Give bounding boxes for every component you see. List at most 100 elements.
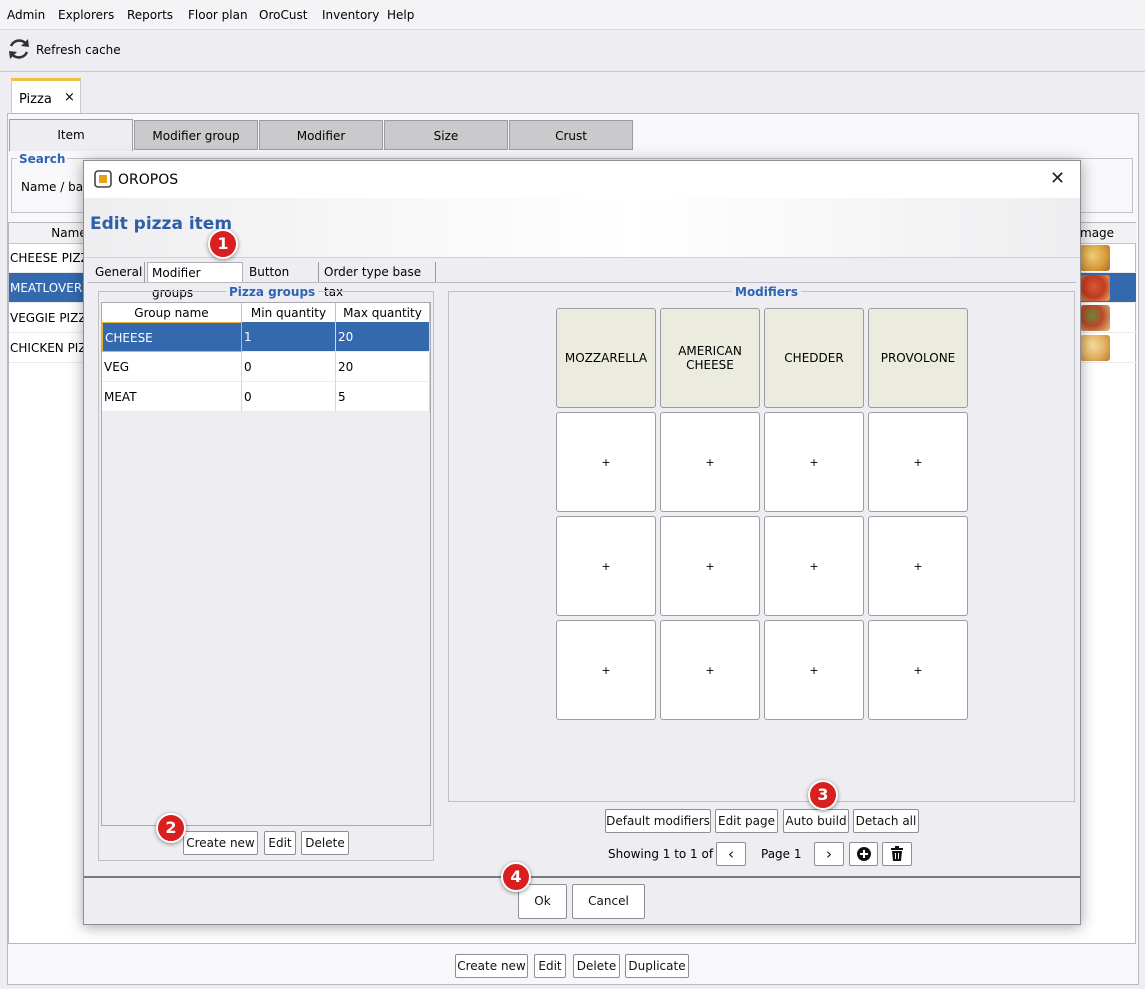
ok-button[interactable]: Ok <box>518 884 567 919</box>
table-cell[interactable]: CHEESE <box>102 322 242 352</box>
table-cell[interactable]: 20 <box>336 322 430 352</box>
pizza-thumbnail <box>1080 245 1110 271</box>
annotation-badge: 2 <box>156 813 186 843</box>
column-header-min-quantity[interactable]: Min quantity <box>242 303 336 323</box>
refresh-icon <box>6 36 32 65</box>
tab-modifier-groups[interactable]: Modifier groups <box>147 262 243 300</box>
modifier-button[interactable]: MOZZARELLA <box>556 308 656 408</box>
menu-inventory[interactable]: Inventory <box>322 8 379 22</box>
tab-size[interactable]: Size <box>384 120 508 150</box>
menu-orocust[interactable]: OroCust <box>259 8 307 22</box>
auto-build-button[interactable]: Auto build <box>783 809 849 833</box>
annotation-badge: 3 <box>808 780 838 810</box>
table-cell[interactable]: 5 <box>336 382 430 412</box>
menu-admin[interactable]: Admin <box>7 8 45 22</box>
table-cell[interactable]: MEAT <box>102 382 242 412</box>
duplicate-button[interactable]: Duplicate <box>625 954 689 978</box>
tab-modifier[interactable]: Modifier <box>259 120 383 150</box>
plus-icon: + <box>601 455 611 469</box>
refresh-cache-button[interactable]: Refresh cache <box>4 34 127 66</box>
delete-button[interactable]: Delete <box>573 954 620 978</box>
modifier-label: PROVOLONE <box>880 351 956 365</box>
menu-reports[interactable]: Reports <box>127 8 173 22</box>
default-modifiers-button[interactable]: Default modifiers <box>605 809 711 833</box>
close-icon[interactable]: ✕ <box>1050 168 1065 189</box>
chevron-right-icon[interactable]: › <box>814 842 844 866</box>
pizza-thumbnail <box>1080 335 1110 361</box>
plus-icon: + <box>809 455 819 469</box>
refresh-cache-label: Refresh cache <box>36 43 121 57</box>
add-modifier-slot[interactable]: + <box>660 412 760 512</box>
add-modifier-slot[interactable]: + <box>660 620 760 720</box>
add-modifier-slot[interactable]: + <box>868 516 968 616</box>
modifiers-title: Modifiers <box>732 285 801 299</box>
modifier-button[interactable]: CHEDDER <box>764 308 864 408</box>
tab-button-style[interactable]: Button style <box>245 262 319 299</box>
plus-icon: + <box>705 663 715 677</box>
edit-group-button[interactable]: Edit <box>264 831 296 855</box>
modifier-label: CHEDDER <box>784 351 844 365</box>
plus-icon: + <box>913 663 923 677</box>
modifier-button[interactable]: AMERICAN CHEESE <box>660 308 760 408</box>
table-cell[interactable]: 20 <box>336 352 430 382</box>
modifiers-panel <box>448 291 1075 802</box>
plus-icon: + <box>705 455 715 469</box>
edit-button[interactable]: Edit <box>534 954 566 978</box>
add-modifier-slot[interactable]: + <box>556 620 656 720</box>
table-cell[interactable]: 1 <box>242 322 336 352</box>
menu-bar: Admin Explorers Reports Floor plan OroCu… <box>0 0 1145 30</box>
add-modifier-slot[interactable]: + <box>764 620 864 720</box>
create-new-group-button[interactable]: Create new <box>183 831 258 855</box>
tab-crust[interactable]: Crust <box>509 120 633 150</box>
column-header-image[interactable]: mage <box>1078 223 1136 244</box>
tab-modifier-group[interactable]: Modifier group <box>134 120 258 150</box>
delete-group-button[interactable]: Delete <box>301 831 349 855</box>
pizza-thumbnail <box>1080 305 1110 331</box>
column-header-group-name[interactable]: Group name <box>102 303 242 323</box>
delete-page-button[interactable] <box>882 842 912 866</box>
plus-icon: + <box>913 455 923 469</box>
pagination-status: Showing 1 to 1 of 1 <box>608 847 725 861</box>
add-modifier-slot[interactable]: + <box>556 412 656 512</box>
plus-icon: + <box>809 559 819 573</box>
pizza-groups-title: Pizza groups <box>226 285 319 299</box>
tab-pizza[interactable]: Pizza × <box>11 78 81 114</box>
plus-icon: + <box>705 559 715 573</box>
modifier-label: AMERICAN CHEESE <box>678 344 742 372</box>
page-label: Page 1 <box>761 847 802 861</box>
add-modifier-slot[interactable]: + <box>764 516 864 616</box>
add-page-button[interactable] <box>849 842 878 866</box>
table-cell[interactable]: 0 <box>242 382 336 412</box>
cancel-button[interactable]: Cancel <box>572 884 645 919</box>
tab-general[interactable]: General <box>91 262 145 282</box>
dialog-titlebar <box>84 161 1080 198</box>
detach-all-button[interactable]: Detach all <box>853 809 919 833</box>
annotation-badge: 1 <box>208 229 238 259</box>
add-modifier-slot[interactable]: + <box>556 516 656 616</box>
chevron-left-icon[interactable]: ‹ <box>716 842 746 866</box>
modifier-button[interactable]: PROVOLONE <box>868 308 968 408</box>
column-header-max-quantity[interactable]: Max quantity <box>336 303 430 323</box>
add-modifier-slot[interactable]: + <box>868 620 968 720</box>
menu-explorers[interactable]: Explorers <box>58 8 114 22</box>
dialog-app-title: OROPOS <box>118 172 179 188</box>
tab-item[interactable]: Item <box>9 119 133 151</box>
create-new-button[interactable]: Create new <box>455 954 528 978</box>
tab-order-type-base-tax[interactable]: Order type base tax <box>320 262 436 299</box>
modifier-label: MOZZARELLA <box>564 351 648 365</box>
edit-page-button[interactable]: Edit page <box>715 809 778 833</box>
add-modifier-slot[interactable]: + <box>868 412 968 512</box>
dialog-footer-divider <box>84 876 1080 878</box>
add-modifier-slot[interactable]: + <box>764 412 864 512</box>
pizza-thumbnail <box>1080 275 1110 301</box>
search-title: Search <box>17 152 68 166</box>
close-icon[interactable]: × <box>64 90 75 105</box>
table-cell[interactable]: 0 <box>242 352 336 382</box>
menu-floor-plan[interactable]: Floor plan <box>188 8 248 22</box>
menu-help[interactable]: Help <box>387 8 414 22</box>
trash-icon <box>890 846 904 865</box>
plus-icon: + <box>913 559 923 573</box>
table-cell[interactable]: VEG <box>102 352 242 382</box>
add-modifier-slot[interactable]: + <box>660 516 760 616</box>
tab-divider <box>88 282 1076 283</box>
